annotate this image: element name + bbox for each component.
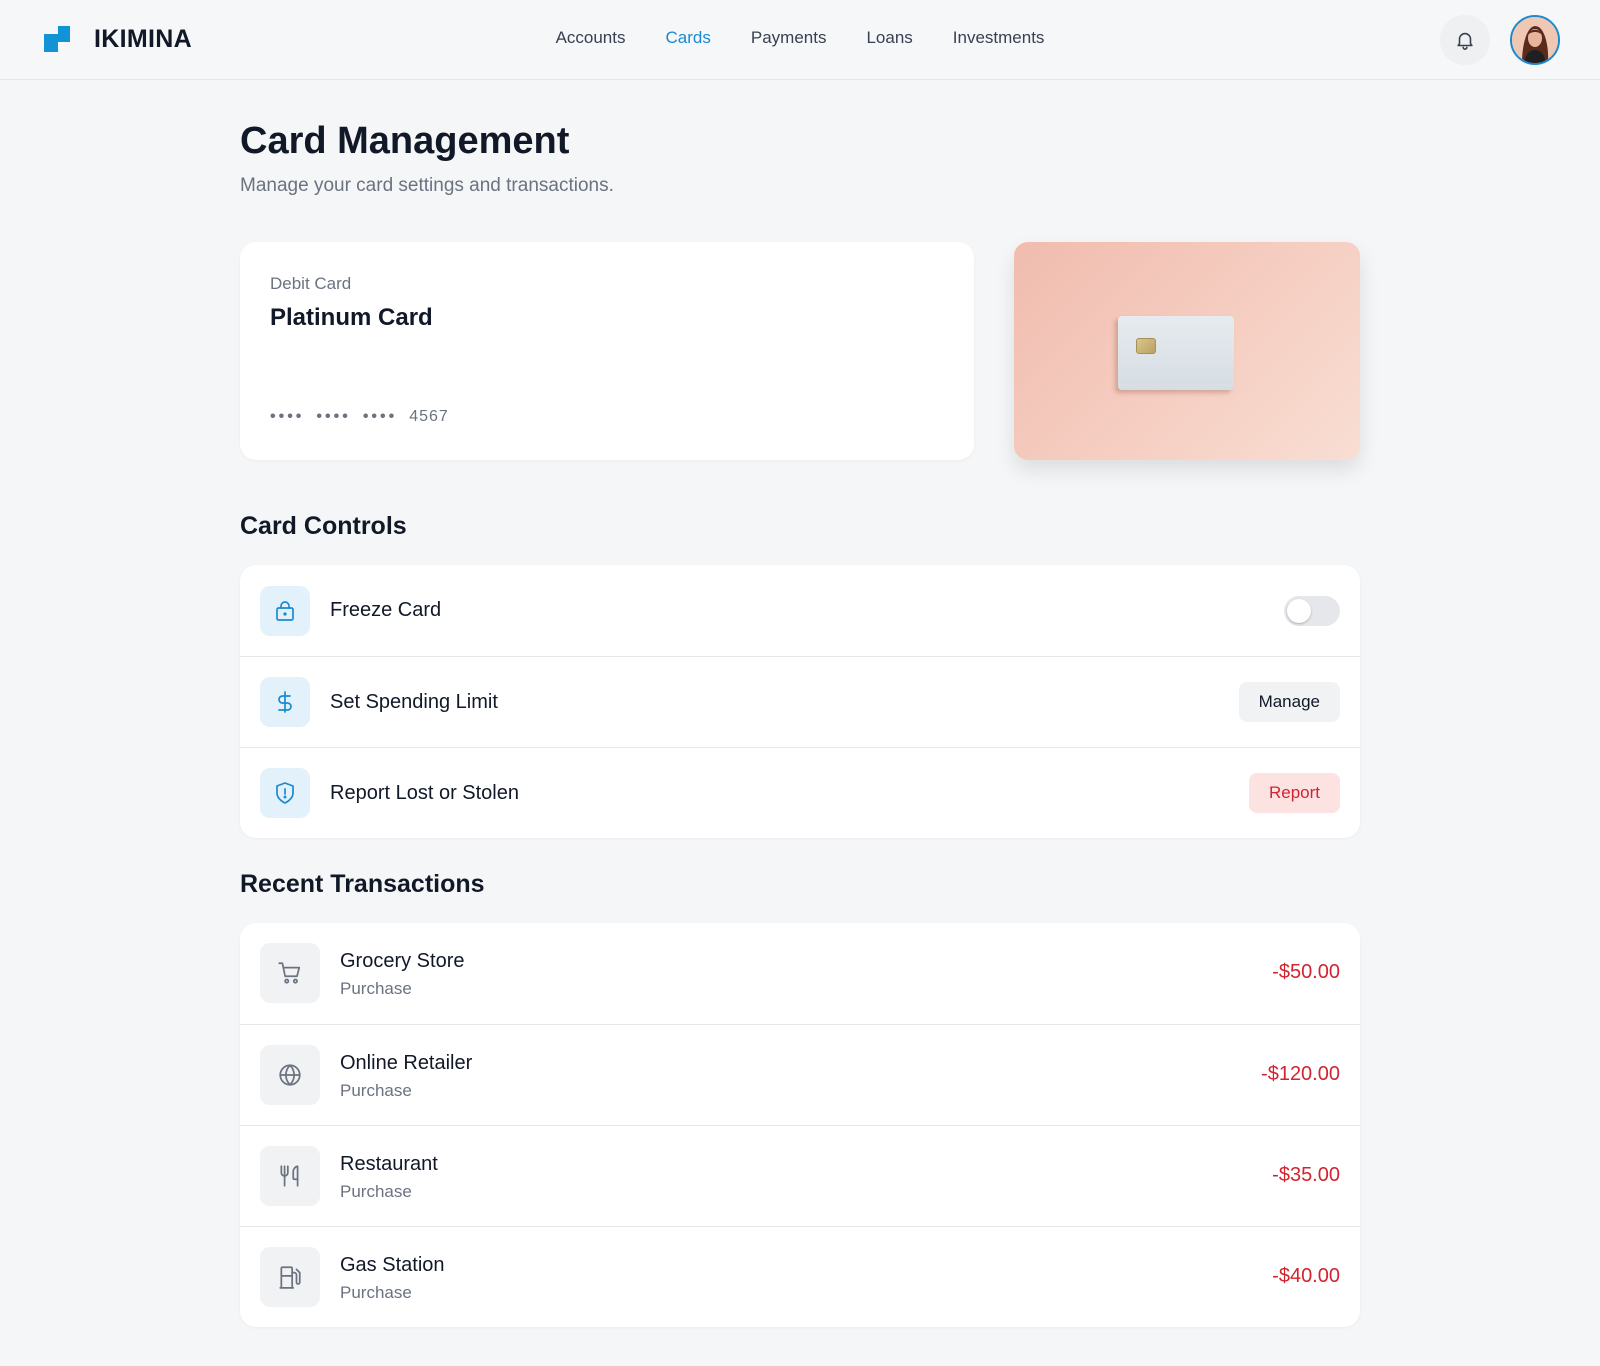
control-spending-limit: Set Spending Limit Manage bbox=[240, 656, 1360, 747]
card-controls-list: Freeze Card Set Spending Limit Manage Re… bbox=[240, 565, 1360, 838]
nav-item-investments[interactable]: Investments bbox=[933, 28, 1065, 48]
shield-alert-icon bbox=[260, 768, 310, 818]
transaction-amount: -$120.00 bbox=[1261, 1063, 1340, 1085]
utensils-icon bbox=[260, 1146, 320, 1206]
avatar[interactable] bbox=[1510, 15, 1560, 65]
toggle-knob bbox=[1287, 598, 1311, 623]
transaction-row[interactable]: Restaurant Purchase -$35.00 bbox=[240, 1125, 1360, 1226]
transaction-name: Grocery Store bbox=[340, 950, 465, 972]
chip-icon bbox=[1136, 338, 1156, 354]
transaction-type: Purchase bbox=[340, 1283, 412, 1302]
transaction-amount: -$35.00 bbox=[1272, 1164, 1340, 1186]
card-details-panel: Debit Card Platinum Card •••• •••• •••• 456… bbox=[240, 242, 974, 460]
card-name: Platinum Card bbox=[270, 304, 433, 331]
freeze-card-toggle[interactable] bbox=[1284, 595, 1340, 626]
card-number-mask: •••• bbox=[362, 408, 398, 425]
globe-icon bbox=[260, 1045, 320, 1105]
user-avatar-icon bbox=[1512, 17, 1558, 63]
nav-item-accounts[interactable]: Accounts bbox=[536, 28, 646, 48]
transaction-type: Purchase bbox=[340, 979, 412, 998]
card-number-mask: •••• bbox=[270, 408, 305, 425]
recent-transactions-title: Recent Transactions bbox=[240, 870, 485, 898]
control-label: Report Lost or Stolen bbox=[330, 781, 519, 804]
transaction-row[interactable]: Online Retailer Purchase -$120.00 bbox=[240, 1024, 1360, 1125]
control-label: Set Spending Limit bbox=[330, 690, 498, 713]
transactions-list: Grocery Store Purchase -$50.00 Online Re… bbox=[240, 923, 1360, 1327]
nav-item-loans[interactable]: Loans bbox=[846, 28, 932, 48]
manage-button[interactable]: Manage bbox=[1238, 682, 1340, 722]
transaction-row[interactable]: Gas Station Purchase -$40.00 bbox=[240, 1226, 1360, 1327]
transaction-type: Purchase bbox=[340, 1081, 412, 1100]
card-controls-title: Card Controls bbox=[240, 512, 407, 540]
transaction-amount: -$40.00 bbox=[1272, 1265, 1340, 1287]
cart-icon bbox=[260, 943, 320, 1003]
bell-icon bbox=[1457, 32, 1473, 50]
main-nav: Accounts Cards Payments Loans Investment… bbox=[0, 28, 1600, 48]
card-type: Debit Card bbox=[270, 274, 352, 293]
transaction-name: Gas Station bbox=[340, 1254, 445, 1276]
transaction-name: Restaurant bbox=[340, 1153, 438, 1175]
transaction-name: Online Retailer bbox=[340, 1052, 473, 1074]
control-freeze-card: Freeze Card bbox=[240, 565, 1360, 656]
card-image bbox=[1014, 242, 1360, 460]
card-number-mask: •••• bbox=[316, 408, 351, 425]
report-button[interactable]: Report bbox=[1248, 773, 1340, 813]
notifications-button[interactable] bbox=[1440, 15, 1490, 65]
top-navigation-bar: IKIMINA Accounts Cards Payments Loans In… bbox=[0, 0, 1600, 80]
dollar-icon bbox=[260, 677, 310, 727]
nav-item-payments[interactable]: Payments bbox=[731, 28, 847, 48]
page-subtitle: Manage your card settings and transactio… bbox=[240, 175, 614, 196]
page-title: Card Management bbox=[240, 120, 570, 162]
transaction-type: Purchase bbox=[340, 1182, 412, 1201]
lock-icon bbox=[260, 585, 310, 636]
transaction-amount: -$50.00 bbox=[1272, 961, 1340, 983]
card-last4: 4567 bbox=[409, 408, 449, 425]
card-illustration bbox=[1118, 316, 1234, 390]
transaction-row[interactable]: Grocery Store Purchase -$50.00 bbox=[240, 923, 1360, 1024]
nav-item-cards[interactable]: Cards bbox=[646, 28, 731, 48]
card-number: •••• •••• •••• 4567 bbox=[270, 408, 449, 426]
control-label: Freeze Card bbox=[330, 599, 442, 621]
control-report-lost: Report Lost or Stolen Report bbox=[240, 747, 1360, 838]
fuel-icon bbox=[260, 1247, 320, 1307]
